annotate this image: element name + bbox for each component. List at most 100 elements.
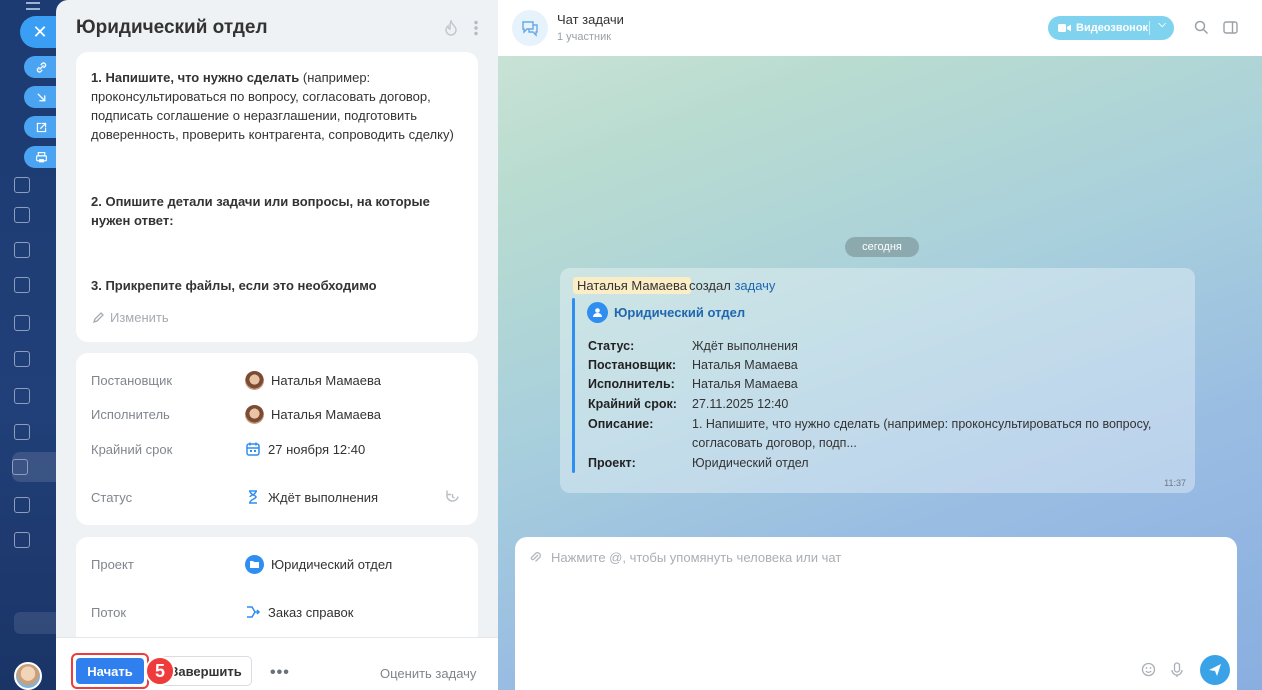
task-footer: Завершить Начать 5 ••• Оценить задачу xyxy=(56,637,498,690)
quote-bar xyxy=(572,298,575,473)
description-paragraph-3: 3. Прикрепите файлы, если это необходимо xyxy=(91,278,377,293)
nav-icon xyxy=(12,459,28,475)
creator-row: Постановщик Наталья Мамаева xyxy=(91,370,381,390)
nav-item[interactable] xyxy=(14,308,60,338)
nav-icon xyxy=(14,424,30,440)
nav-item-active[interactable] xyxy=(12,452,58,482)
nav-item[interactable] xyxy=(14,417,60,447)
input-placeholder: Нажмите @, чтобы упомянуть человека или … xyxy=(551,550,842,565)
panel-icon[interactable] xyxy=(1223,20,1238,35)
send-button[interactable] xyxy=(1200,655,1230,685)
task-people-card: Постановщик Наталья Мамаева Исполнитель … xyxy=(76,353,478,525)
nav-item[interactable] xyxy=(14,344,60,374)
flow-value[interactable]: Заказ справок xyxy=(245,604,353,620)
description-paragraph-2: 2. Опишите детали задачи или вопросы, на… xyxy=(91,194,430,228)
close-button[interactable]: ✕ xyxy=(20,16,60,48)
message-input[interactable]: Нажмите @, чтобы упомянуть человека или … xyxy=(515,537,1237,690)
rate-task-button[interactable]: Оценить задачу xyxy=(380,666,476,681)
task-title: Юридический отдел xyxy=(76,17,268,38)
calendar-icon xyxy=(246,442,260,456)
nav-item[interactable] xyxy=(14,170,60,200)
project-value[interactable]: Юридический отдел xyxy=(245,554,392,574)
system-message: Наталья Мамаева создал задачу Юридически… xyxy=(560,268,1195,493)
status-value: Ждёт выполнения xyxy=(245,489,378,505)
group-icon xyxy=(587,302,608,323)
assignee-value[interactable]: Наталья Мамаева xyxy=(245,404,381,424)
video-icon xyxy=(1058,24,1071,32)
edit-description-button[interactable]: Изменить xyxy=(92,310,169,325)
more-actions-button[interactable]: ••• xyxy=(270,664,290,682)
print-icon xyxy=(35,151,47,162)
nav-item[interactable] xyxy=(14,200,60,230)
description-paragraph-1: 1. Напишите, что нужно сделать (например… xyxy=(91,70,454,142)
status-row: Статус Ждёт выполнения xyxy=(91,486,463,508)
user-avatar[interactable] xyxy=(14,662,42,690)
nav-icon xyxy=(14,388,30,404)
flow-row: Поток Заказ справок xyxy=(91,604,354,620)
download-icon xyxy=(37,93,45,101)
paperclip-icon[interactable] xyxy=(528,549,542,564)
mic-icon[interactable] xyxy=(1171,662,1183,678)
task-header: Юридический отдел xyxy=(56,0,498,56)
folder-icon xyxy=(245,554,264,574)
chat-participants[interactable]: 1 участник xyxy=(557,31,611,43)
videocall-button[interactable]: Видеозвонок ⌵ xyxy=(1048,16,1174,40)
nav-icon xyxy=(14,207,30,223)
fire-icon[interactable] xyxy=(444,20,458,36)
assignee-row: Исполнитель Наталья Мамаева xyxy=(91,404,381,424)
kebab-icon[interactable] xyxy=(474,20,478,36)
chat-panel: Чат задачи 1 участник Видеозвонок ⌵ сего… xyxy=(498,0,1262,690)
quote-row: Постановщик: Наталья Мамаева xyxy=(588,358,798,372)
message-text: создал задачу xyxy=(689,278,776,293)
nav-icon xyxy=(14,315,30,331)
nav-icon xyxy=(14,242,30,258)
step-badge: 5 xyxy=(145,656,175,686)
open-external-icon xyxy=(36,122,46,132)
avatar xyxy=(245,404,264,424)
quote-row: Проект: Юридический отдел xyxy=(588,456,809,470)
quote-row: Статус: Ждёт выполнения xyxy=(588,339,798,353)
nav-icon xyxy=(14,177,30,193)
quote-row: Крайний срок: 27.11.2025 12:40 xyxy=(588,397,789,411)
refresh-icon[interactable] xyxy=(444,488,461,505)
smile-icon[interactable] xyxy=(1141,662,1156,677)
link-icon xyxy=(36,61,46,73)
nav-icon xyxy=(14,497,30,513)
chat-icon xyxy=(512,10,548,46)
quote-title[interactable]: Юридический отдел xyxy=(587,302,745,323)
task-description-card: 1. Напишите, что нужно сделать (например… xyxy=(76,52,478,342)
nav-icon xyxy=(14,351,30,367)
copy-link-button[interactable] xyxy=(24,56,58,78)
menu-icon[interactable] xyxy=(26,2,40,10)
search-icon[interactable] xyxy=(1194,20,1209,35)
pencil-icon xyxy=(92,312,104,324)
task-project-card: Проект Юридический отдел Поток Заказ спр… xyxy=(76,537,478,647)
chat-title: Чат задачи xyxy=(557,12,624,27)
print-button[interactable] xyxy=(24,146,58,168)
nav-item[interactable] xyxy=(14,235,60,265)
chevron-down-icon[interactable]: ⌵ xyxy=(1158,19,1166,30)
quote-row: Описание: 1. Напишите, что нужно сделать … xyxy=(588,417,1152,450)
project-row: Проект Юридический отдел xyxy=(91,554,393,574)
start-button[interactable]: Начать xyxy=(76,658,144,684)
message-time: 11:37 xyxy=(1164,478,1186,488)
quote-row: Исполнитель: Наталья Мамаева xyxy=(588,377,798,391)
deadline-row: Крайний срок 27 ноября 12:40 xyxy=(91,441,366,457)
nav-item[interactable] xyxy=(14,525,60,555)
message-author[interactable]: Наталья Мамаева xyxy=(573,277,691,294)
hourglass-icon xyxy=(249,490,257,504)
nav-item[interactable] xyxy=(14,490,60,520)
nav-item[interactable] xyxy=(14,381,60,411)
deadline-value[interactable]: 27 ноября 12:40 xyxy=(245,441,365,457)
task-link[interactable]: задачу xyxy=(734,278,775,293)
close-icon: ✕ xyxy=(32,21,48,42)
nav-bottom-bar[interactable] xyxy=(14,612,60,634)
creator-value[interactable]: Наталья Мамаева xyxy=(245,370,381,390)
send-icon xyxy=(1209,664,1221,676)
open-new-window-button[interactable] xyxy=(24,116,58,138)
flow-icon xyxy=(247,606,261,618)
nav-item[interactable] xyxy=(14,270,60,300)
start-button-highlight: Начать xyxy=(71,653,149,689)
nav-icon xyxy=(14,277,30,293)
download-button[interactable] xyxy=(24,86,58,108)
